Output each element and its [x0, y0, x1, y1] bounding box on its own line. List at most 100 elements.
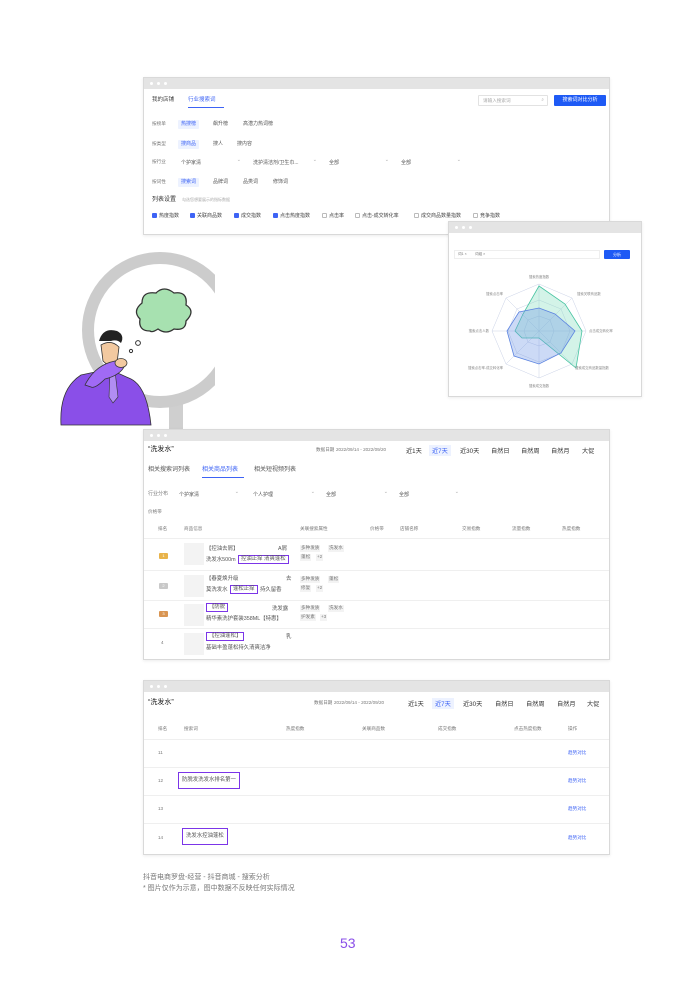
keyword-tag-input[interactable]: 词1 × 词组 ×: [454, 250, 600, 259]
trend-compare-link[interactable]: 趋势对比: [568, 778, 586, 784]
chip-category[interactable]: 品类词: [240, 178, 261, 187]
trend-compare-link[interactable]: 趋势对比: [568, 835, 586, 841]
checkbox-related-goods[interactable]: 关联商品数: [190, 212, 222, 219]
search-icon: ⌕: [541, 97, 544, 102]
tab-day[interactable]: 自然日: [495, 699, 514, 708]
product-thumb: [184, 543, 204, 565]
highlighted-keyword: 防脱发洗发水排名第一: [178, 772, 240, 790]
chip-brand[interactable]: 品牌词: [210, 178, 231, 187]
radar-label: 搜索关联商品数: [577, 291, 601, 296]
keyword-tag[interactable]: 词组 ×: [475, 252, 485, 257]
attr-tag-more[interactable]: +2: [316, 554, 324, 561]
radar-analyze-button[interactable]: 分析: [604, 250, 630, 259]
industry-select-3[interactable]: 全部: [323, 489, 391, 499]
thinking-person-illustration: [60, 252, 215, 430]
industry-select-3[interactable]: 全部: [326, 157, 392, 167]
nav-my-shop[interactable]: 我的店铺: [152, 97, 174, 104]
col-deal[interactable]: 交易指数: [462, 526, 480, 532]
window-titlebar: [144, 430, 609, 441]
caption-disclaimer: * 图片仅作为示意，图中数据不反映任何实际情况: [143, 885, 295, 892]
checkbox-ctr[interactable]: 点击率: [322, 212, 344, 219]
product-title-tail: A屑: [278, 546, 287, 552]
radar-label: 搜索点击率-成交转化率: [468, 365, 504, 370]
table-row: 13 趋势对比: [144, 795, 609, 823]
date-range: 2022/09/14 - 2022/09/20: [336, 447, 387, 452]
rank-medal-icon: 2: [159, 583, 168, 589]
attr-tag: 多种发质: [300, 576, 321, 583]
window-search-filters: 我的店铺 行业搜索词 请输入搜索词 ⌕ 搜索词对比分析 按榜单 热搜榜 飙升榜 …: [143, 77, 610, 235]
tab-30d[interactable]: 近30天: [463, 699, 482, 708]
compare-analysis-button[interactable]: 搜索词对比分析: [554, 95, 606, 106]
chip-search-people[interactable]: 搜人: [210, 140, 226, 149]
col-related-goods[interactable]: 关联商品数: [362, 726, 385, 732]
tab-promo[interactable]: 大促: [582, 446, 594, 455]
trend-compare-link[interactable]: 趋势对比: [568, 750, 586, 756]
chip-search-content[interactable]: 搜内容: [234, 140, 255, 149]
rank-number: 12: [158, 778, 164, 783]
tab-1d[interactable]: 近1天: [406, 446, 422, 455]
attr-tag-more[interactable]: +3: [320, 614, 328, 621]
tab-week[interactable]: 自然周: [526, 699, 545, 708]
nav-industry-keywords[interactable]: 行业搜索词: [188, 97, 216, 104]
list-settings-title: 列表设置: [152, 197, 177, 203]
checkbox-deal-qty[interactable]: 成交商品数量指数: [414, 212, 461, 219]
checkbox-deal[interactable]: 成交指数: [234, 212, 261, 219]
checkbox-click-heat[interactable]: 点击热度指数: [273, 212, 310, 219]
subtab-related-goods[interactable]: 相关商品列表: [202, 467, 238, 473]
chip-hot[interactable]: 热搜榜: [178, 120, 200, 129]
rank-number: 11: [158, 750, 163, 755]
industry-select-4[interactable]: 全部: [396, 489, 462, 499]
col-traffic[interactable]: 流量指数: [512, 526, 530, 532]
highlighted-keyword: 洗发水控油蓬松: [182, 828, 228, 846]
checkbox-box: [355, 213, 360, 218]
table-row: 1 【控油去屑】 A屑 洗发水500m 控油止痒 清爽蓬松 多种发质 洗发水 蓬…: [144, 538, 609, 570]
industry-select-1[interactable]: 个护家清: [176, 489, 242, 499]
checkbox-label: 点击率: [329, 213, 345, 219]
cloud-icon: [135, 288, 192, 333]
industry-select-2[interactable]: 个人护理: [250, 489, 318, 499]
highlighted-keyword: 蓬松止痒: [230, 585, 258, 595]
keyword-title: “洗发水”: [148, 699, 174, 706]
radar-label: 搜索成交商品数量指数: [575, 365, 610, 370]
tab-7d[interactable]: 近7天: [432, 698, 454, 709]
checkbox-conversion[interactable]: 点击-成交转化率: [355, 212, 399, 219]
col-rank: 排名: [158, 526, 168, 531]
tab-week[interactable]: 自然周: [521, 446, 540, 455]
industry-select-1[interactable]: 个护家清: [178, 157, 244, 167]
window-titlebar: [144, 681, 609, 692]
chip-potential[interactable]: 高潜力热词榜: [240, 120, 276, 129]
tab-7d[interactable]: 近7天: [429, 445, 451, 456]
tab-30d[interactable]: 近30天: [460, 446, 479, 455]
tab-day[interactable]: 自然日: [491, 446, 510, 455]
industry-select-2[interactable]: 洗护清洁剂/卫生巾...: [250, 157, 320, 167]
col-deal[interactable]: 成交指数: [438, 726, 456, 732]
attr-tag: 修复: [300, 585, 312, 592]
tab-promo[interactable]: 大促: [587, 699, 599, 708]
tab-month[interactable]: 自然月: [551, 446, 570, 455]
industry-select-4[interactable]: 全部: [398, 157, 464, 167]
filter-label-word: 按词性: [152, 179, 166, 184]
tab-1d[interactable]: 近1天: [408, 699, 424, 708]
chip-modifier[interactable]: 修饰词: [270, 178, 291, 187]
subtab-related-keywords[interactable]: 相关搜索词列表: [148, 467, 190, 473]
keyword-tag[interactable]: 词1 ×: [458, 252, 467, 257]
radar-label: 点击成交转化率: [589, 328, 613, 333]
chip-keyword[interactable]: 搜索词: [178, 178, 200, 187]
search-input[interactable]: 请输入搜索词 ⌕: [478, 95, 548, 106]
chip-search-goods[interactable]: 搜商品: [178, 140, 200, 149]
subtab-related-videos[interactable]: 相关短视频列表: [254, 467, 296, 473]
attr-tag-more[interactable]: +2: [316, 585, 324, 592]
date-label: 数据日期: [316, 447, 335, 452]
chip-rising[interactable]: 飙升榜: [210, 120, 231, 129]
col-click-heat[interactable]: 点击热度指数: [514, 726, 542, 732]
window-titlebar: [144, 78, 609, 89]
product-thumb: [184, 633, 204, 655]
checkbox-competition[interactable]: 竞争指数: [473, 212, 500, 219]
thought-bubble-small: [135, 340, 141, 346]
trend-compare-link[interactable]: 趋势对比: [568, 806, 586, 812]
tab-month[interactable]: 自然月: [557, 699, 576, 708]
window-titlebar: [449, 222, 641, 233]
col-heat[interactable]: 热度指数: [562, 526, 580, 532]
col-heat[interactable]: 热度指数: [286, 726, 304, 732]
checkbox-heat[interactable]: 热度指数: [152, 212, 179, 219]
